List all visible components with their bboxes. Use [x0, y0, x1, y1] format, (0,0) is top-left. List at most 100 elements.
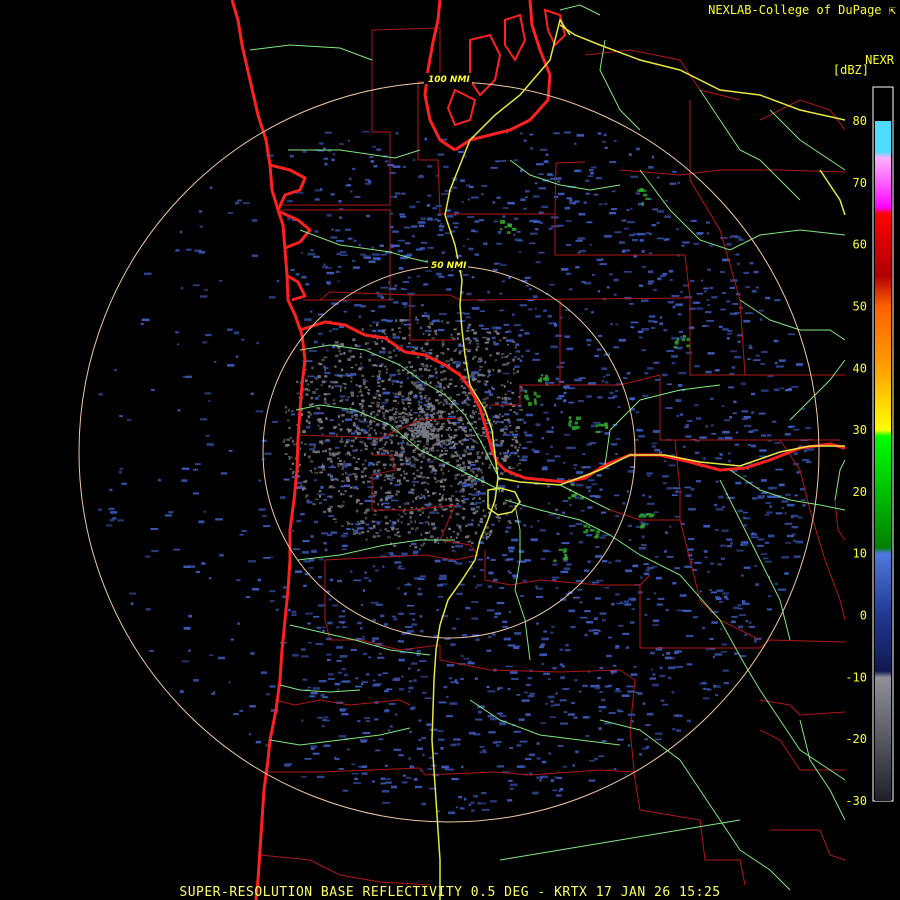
- echo-pixel: [647, 367, 654, 370]
- echo-pixel: [406, 777, 412, 779]
- echo-pixel: [655, 576, 662, 580]
- echo-pixel: [621, 250, 626, 253]
- echo-pixel: [448, 677, 452, 680]
- echo-pixel: [616, 602, 624, 605]
- credit-label[interactable]: NEXLAB-College of DuPage ⇱: [708, 3, 896, 17]
- echo-pixel: [546, 173, 552, 176]
- echo-pixel: [367, 425, 369, 428]
- echo-pixel: [364, 448, 368, 450]
- echo-pixel: [472, 337, 478, 340]
- echo-pixel: [582, 716, 590, 719]
- echo-pixel: [327, 509, 332, 513]
- echo-pixel: [525, 683, 531, 686]
- echo-pixel: [437, 153, 445, 156]
- echo-pixel: [335, 229, 341, 232]
- echo-pixel: [709, 397, 714, 400]
- echo-pixel: [679, 413, 683, 416]
- echo-pixel: [722, 592, 730, 595]
- echo-pixel: [786, 389, 792, 392]
- echo-pixel: [489, 534, 491, 536]
- echo-pixel: [633, 255, 638, 258]
- echo-pixel: [441, 411, 444, 414]
- echo-pixel: [401, 369, 405, 372]
- echo-pixel: [659, 451, 663, 454]
- echo-pixel: [525, 349, 530, 352]
- echo-pixel: [576, 134, 585, 137]
- echo-pixel: [489, 718, 498, 721]
- echo-pixel: [151, 549, 159, 553]
- echo-pixel: [332, 604, 338, 607]
- echo-pixel: [635, 439, 639, 441]
- echo-pixel: [471, 329, 475, 331]
- echo-pixel: [738, 238, 744, 241]
- echo-pixel: [645, 569, 651, 572]
- echo-pixel: [525, 196, 528, 199]
- echo-pixel: [359, 388, 362, 392]
- echo-pixel: [463, 657, 470, 660]
- echo-pixel: [540, 643, 546, 646]
- echo-pixel: [488, 371, 490, 374]
- echo-pixel: [318, 680, 327, 683]
- echo-pixel: [458, 343, 462, 346]
- echo-pixel: [384, 476, 388, 478]
- echo-pixel: [427, 194, 432, 197]
- echo-pixel: [376, 389, 380, 393]
- echo-pixel: [374, 520, 382, 523]
- echo-pixel: [490, 800, 497, 803]
- echo-pixel: [459, 528, 462, 532]
- echo-pixel: [474, 718, 483, 721]
- echo-pixel: [564, 433, 571, 436]
- echo-pixel: [548, 752, 552, 755]
- echo-pixel: [636, 189, 641, 192]
- echo-pixel: [341, 667, 346, 671]
- echo-pixel: [339, 388, 342, 392]
- echo-pixel: [475, 348, 478, 352]
- echo-pixel: [394, 395, 400, 398]
- echo-pixel: [337, 423, 341, 426]
- echo-pixel: [421, 241, 428, 244]
- echo-pixel: [449, 403, 452, 405]
- echo-pixel: [657, 277, 662, 281]
- echo-pixel: [185, 248, 192, 251]
- echo-pixel: [230, 638, 234, 641]
- echo-pixel: [518, 462, 521, 465]
- echo-pixel: [413, 466, 416, 468]
- echo-pixel: [398, 658, 405, 662]
- echo-pixel: [448, 382, 452, 385]
- echo-pixel: [612, 664, 617, 667]
- echo-pixel: [500, 472, 504, 475]
- echo-pixel: [409, 612, 416, 615]
- echo-pixel: [328, 466, 336, 469]
- echo-pixel: [438, 701, 447, 704]
- echo-pixel: [219, 553, 224, 557]
- echo-pixel: [652, 673, 656, 676]
- echo-pixel: [361, 328, 364, 331]
- echo-pixel: [380, 296, 385, 299]
- echo-pixel: [290, 268, 295, 272]
- radar-map[interactable]: 100 NMI 50 NMI 80706050403020100-10-20-3…: [0, 0, 900, 900]
- echo-pixel: [400, 319, 405, 322]
- echo-pixel: [714, 529, 719, 531]
- echo-pixel: [460, 474, 465, 477]
- echo-pixel: [753, 270, 759, 274]
- echo-pixel: [457, 428, 460, 431]
- echo-pixel: [508, 779, 513, 782]
- echo-pixel: [374, 569, 379, 572]
- echo-pixel: [471, 307, 480, 310]
- echo-pixel: [454, 451, 458, 454]
- echo-pixel: [562, 500, 569, 502]
- echo-pixel: [458, 796, 462, 799]
- echo-pixel: [437, 402, 440, 405]
- echo-pixel: [394, 677, 400, 680]
- echo-pixel: [631, 598, 636, 602]
- echo-pixel: [501, 356, 504, 359]
- echo-pixel: [320, 486, 324, 489]
- echo-pixel: [486, 537, 488, 541]
- echo-pixel: [280, 496, 286, 499]
- echo-pixel: [269, 685, 276, 688]
- echo-pixel: [515, 343, 520, 346]
- echo-pixel: [412, 159, 416, 161]
- echo-pixel: [291, 462, 295, 465]
- echo-pixel: [372, 565, 376, 568]
- echo-pixel: [672, 728, 676, 731]
